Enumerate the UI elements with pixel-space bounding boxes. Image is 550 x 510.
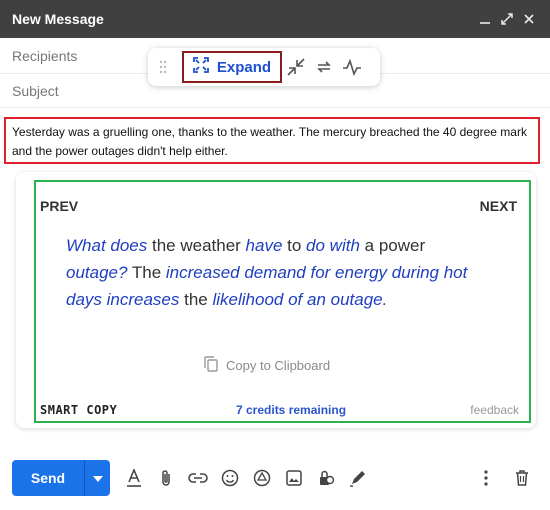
send-group: Send: [12, 460, 110, 496]
suggestion-segment: the: [179, 290, 213, 309]
minimize-icon[interactable]: [474, 8, 496, 30]
delete-icon[interactable]: [506, 466, 538, 490]
signature-icon[interactable]: [342, 466, 374, 490]
formatting-toolbar: [118, 466, 374, 490]
suggestion-segment: The: [127, 263, 166, 282]
suggestion-segment: do with: [306, 236, 360, 255]
emoji-icon[interactable]: [214, 466, 246, 490]
smart-copy-panel: PREV NEXT What does the weather have to …: [34, 180, 531, 423]
format-text-icon[interactable]: [118, 466, 150, 490]
smart-copy-floating-toolbar: Expand: [148, 48, 380, 86]
expand-label: Expand: [216, 58, 272, 76]
smart-copy-footer: SMART COPY 7 credits remaining feedback: [36, 400, 529, 420]
send-button[interactable]: Send: [12, 460, 84, 496]
subject-label: Subject: [12, 82, 59, 99]
suggestion-segment: the weather: [147, 236, 246, 255]
close-icon[interactable]: [518, 8, 540, 30]
copy-icon: [204, 356, 218, 375]
expand-button[interactable]: Expand: [182, 51, 282, 83]
attach-icon[interactable]: [150, 466, 182, 490]
compose-title-bar[interactable]: New Message: [0, 0, 550, 38]
smart-copy-card: PREV NEXT What does the weather have to …: [16, 172, 536, 428]
pulse-icon[interactable]: [338, 53, 366, 81]
suggestion-segment: have: [245, 236, 283, 255]
link-icon[interactable]: [182, 466, 214, 490]
suggestion-segment: a power: [359, 236, 426, 255]
prev-button[interactable]: PREV: [40, 198, 78, 214]
compose-right-tools: [470, 466, 538, 490]
more-options-icon[interactable]: [470, 466, 502, 490]
copy-to-clipboard-button[interactable]: Copy to Clipboard: [204, 356, 330, 375]
drive-icon[interactable]: [246, 466, 278, 490]
credits-remaining: 7 credits remaining: [236, 403, 347, 417]
compose-title: New Message: [12, 11, 104, 27]
photo-icon[interactable]: [278, 466, 310, 490]
suggestion-segment: likelihood of an outage.: [212, 290, 388, 309]
suggestion-segment: to: [282, 236, 307, 255]
chevron-down-icon: [92, 469, 103, 487]
suggestion-segment: What does: [66, 236, 148, 255]
suggestion-segment: outage?: [66, 263, 128, 282]
collapse-icon[interactable]: [282, 53, 310, 81]
rephrase-icon[interactable]: [310, 53, 338, 81]
recipients-label: Recipients: [12, 47, 78, 64]
copy-label: Copy to Clipboard: [226, 358, 331, 373]
drag-handle-icon[interactable]: [154, 56, 172, 78]
send-options-button[interactable]: [84, 460, 110, 496]
message-body[interactable]: Yesterday was a gruelling one, thanks to…: [4, 117, 540, 164]
smart-copy-brand: SMART COPY: [40, 403, 118, 417]
expand-icon: [193, 57, 209, 77]
popout-icon[interactable]: [496, 8, 518, 30]
next-button[interactable]: NEXT: [480, 198, 517, 214]
feedback-link[interactable]: feedback: [470, 403, 519, 417]
suggestion-text[interactable]: What does the weather have to do with a …: [66, 232, 486, 313]
confidential-icon[interactable]: [310, 466, 342, 490]
